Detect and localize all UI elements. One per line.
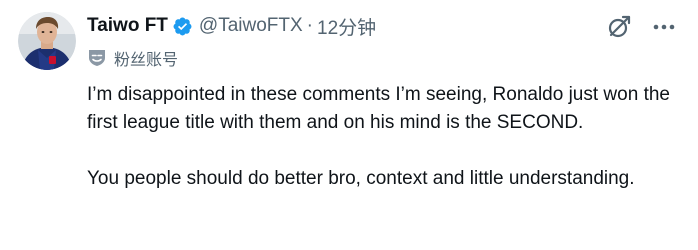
avatar[interactable] <box>18 12 76 70</box>
display-name[interactable]: Taiwo FT <box>87 15 168 37</box>
separator-dot: · <box>306 15 313 36</box>
verified-badge-icon[interactable] <box>172 16 193 37</box>
more-icon[interactable] <box>650 14 678 40</box>
grok-icon[interactable] <box>606 14 632 40</box>
timestamp[interactable]: 12分钟 <box>317 13 376 40</box>
tweet-paragraph: You people should do better bro, context… <box>87 168 635 189</box>
tweet-paragraph: I’m disappointed in these comments I’m s… <box>87 84 670 133</box>
fan-account-label-text: 粉丝账号 <box>114 52 179 69</box>
tweet-text: I’m disappointed in these comments I’m s… <box>87 81 687 193</box>
tweet-card: Taiwo FT @TaiwoFTX · 12分钟 粉丝账号 I’m disap… <box>0 0 698 250</box>
handle[interactable]: @TaiwoFTX <box>199 15 303 37</box>
fan-account-label: 粉丝账号 <box>87 47 178 69</box>
fan-account-badge-icon <box>87 49 107 67</box>
tweet-header: Taiwo FT @TaiwoFTX · 12分钟 <box>87 13 376 39</box>
